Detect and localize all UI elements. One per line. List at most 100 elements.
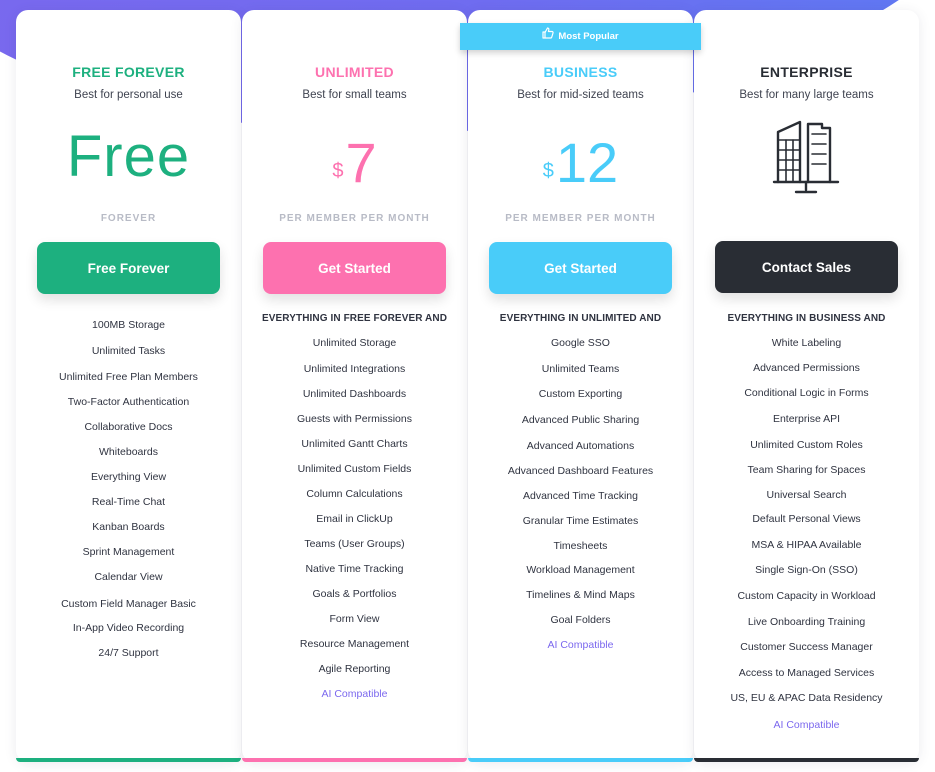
feature-item: Two-Factor Authentication [67, 396, 190, 408]
feature-item: Live Onboarding Training [747, 616, 866, 628]
card-accent-bar [468, 758, 693, 762]
feature-item: Custom Field Manager Basic [61, 598, 196, 610]
feature-item: Advanced Public Sharing [521, 414, 640, 426]
feature-heading: EVERYTHING IN FREE FOREVER AND [261, 313, 448, 324]
plan-card-unlimited: UNLIMITED Best for small teams $7 PER ME… [242, 10, 467, 762]
feature-item: Unlimited Tasks [91, 345, 166, 357]
feature-item: Guests with Permissions [297, 413, 412, 425]
feature-item: Unlimited Custom Fields [297, 463, 412, 475]
feature-item: Advanced Time Tracking [523, 490, 638, 502]
feature-item: Goal Folders [550, 614, 611, 626]
feature-item: Unlimited Teams [541, 363, 620, 375]
feature-item: Enterprise API [772, 413, 841, 425]
plan-price: $12 [468, 128, 693, 198]
feature-item: Customer Success Manager [740, 641, 873, 653]
feature-item: Unlimited Gantt Charts [301, 438, 408, 450]
price-label: PER MEMBER PER MONTH [279, 213, 430, 224]
contact-sales-button[interactable]: Contact Sales [715, 241, 898, 293]
feature-item: Collaborative Docs [84, 421, 173, 433]
currency-symbol: $ [332, 160, 344, 182]
plan-subtitle: Best for many large teams [739, 89, 874, 101]
feature-item: Sprint Management [82, 546, 175, 558]
feature-item: Google SSO [551, 337, 610, 349]
feature-item: Custom Capacity in Workload [737, 590, 876, 602]
plan-name: BUSINESS [543, 64, 618, 80]
feature-item: Granular Time Estimates [522, 515, 639, 527]
most-popular-badge: Most Popular [460, 23, 701, 50]
feature-item: Default Personal Views [752, 513, 861, 525]
feature-list: EVERYTHING IN FREE FOREVER AND Unlimited… [242, 306, 467, 707]
feature-item: Agile Reporting [318, 663, 391, 675]
feature-item: White Labeling [771, 337, 842, 349]
plan-card-business: BUSINESS Best for mid-sized teams $12 PE… [468, 10, 693, 762]
feature-item: Native Time Tracking [305, 563, 404, 575]
feature-list: EVERYTHING IN UNLIMITED AND Google SSO U… [468, 306, 693, 658]
card-accent-bar [16, 758, 241, 762]
feature-item: Teams (User Groups) [304, 538, 405, 550]
ai-compatible-label: AI Compatible [321, 688, 388, 700]
feature-item: Timelines & Mind Maps [526, 589, 635, 601]
feature-item: US, EU & APAC Data Residency [730, 692, 883, 704]
feature-item: Unlimited Custom Roles [750, 439, 863, 451]
currency-symbol: $ [542, 160, 554, 182]
feature-list: EVERYTHING IN BUSINESS AND White Labelin… [694, 306, 919, 738]
most-popular-label: Most Popular [558, 31, 619, 43]
pricing-plans: FREE FOREVER Best for personal use Free … [0, 0, 935, 772]
feature-item: Access to Managed Services [738, 667, 875, 679]
price-label: FOREVER [100, 213, 157, 224]
feature-item: Custom Exporting [538, 388, 623, 400]
feature-item: Universal Search [766, 489, 847, 501]
get-started-business-button[interactable]: Get Started [489, 242, 672, 294]
feature-heading: EVERYTHING IN BUSINESS AND [727, 313, 886, 324]
feature-item: Advanced Automations [526, 440, 635, 452]
ai-compatible-label: AI Compatible [773, 719, 840, 731]
feature-item: Workload Management [526, 564, 635, 576]
feature-item: Conditional Logic in Forms [744, 387, 869, 399]
card-accent-bar [694, 758, 919, 762]
feature-item: 24/7 Support [98, 647, 159, 659]
price-amount: 12 [555, 131, 619, 194]
feature-item: Team Sharing for Spaces [747, 464, 866, 476]
plan-price: $7 [242, 128, 467, 198]
feature-item: Form View [329, 613, 380, 625]
feature-item: Advanced Permissions [753, 362, 860, 374]
feature-item: Real-Time Chat [91, 496, 166, 508]
plan-card-free: FREE FOREVER Best for personal use Free … [16, 10, 241, 762]
feature-item: Unlimited Storage [312, 337, 397, 349]
feature-item: Unlimited Integrations [303, 363, 406, 375]
feature-item: Everything View [90, 471, 167, 483]
feature-item: Email in ClickUp [316, 513, 393, 525]
plan-name: FREE FOREVER [72, 64, 185, 80]
plan-price: Free [66, 124, 191, 189]
feature-item: Single Sign-On (SSO) [755, 564, 858, 576]
feature-item: Resource Management [299, 638, 410, 650]
card-accent-bar [242, 758, 467, 762]
price-label: PER MEMBER PER MONTH [505, 213, 656, 224]
feature-item: Timesheets [553, 540, 608, 552]
feature-item: Column Calculations [306, 488, 403, 500]
feature-item: MSA & HIPAA Available [751, 539, 862, 551]
feature-item: Advanced Dashboard Features [507, 465, 654, 477]
get-started-unlimited-button[interactable]: Get Started [263, 242, 446, 294]
feature-heading: EVERYTHING IN UNLIMITED AND [499, 313, 662, 324]
feature-item: Calendar View [94, 571, 163, 583]
plan-name: UNLIMITED [315, 64, 394, 80]
plan-subtitle: Best for mid-sized teams [517, 89, 644, 101]
plan-name: ENTERPRISE [760, 64, 853, 80]
enterprise-buildings-icon [772, 118, 840, 199]
ai-compatible-label: AI Compatible [547, 639, 614, 651]
feature-item: Whiteboards [99, 446, 158, 458]
price-amount: 7 [345, 131, 377, 194]
feature-item: 100MB Storage [92, 319, 165, 331]
feature-item: Kanban Boards [92, 521, 165, 533]
plan-subtitle: Best for small teams [302, 89, 407, 101]
feature-item: Unlimited Free Plan Members [59, 371, 198, 383]
plan-card-enterprise: ENTERPRISE Best for many large teams Con… [694, 10, 919, 762]
free-forever-button[interactable]: Free Forever [37, 242, 220, 294]
plan-subtitle: Best for personal use [74, 89, 183, 101]
feature-item: Goals & Portfolios [312, 588, 397, 600]
feature-item: Unlimited Dashboards [302, 388, 407, 400]
feature-item: In-App Video Recording [72, 622, 185, 634]
feature-list: 100MB Storage Unlimited Tasks Unlimited … [16, 312, 241, 666]
thumbs-up-icon [542, 23, 555, 50]
